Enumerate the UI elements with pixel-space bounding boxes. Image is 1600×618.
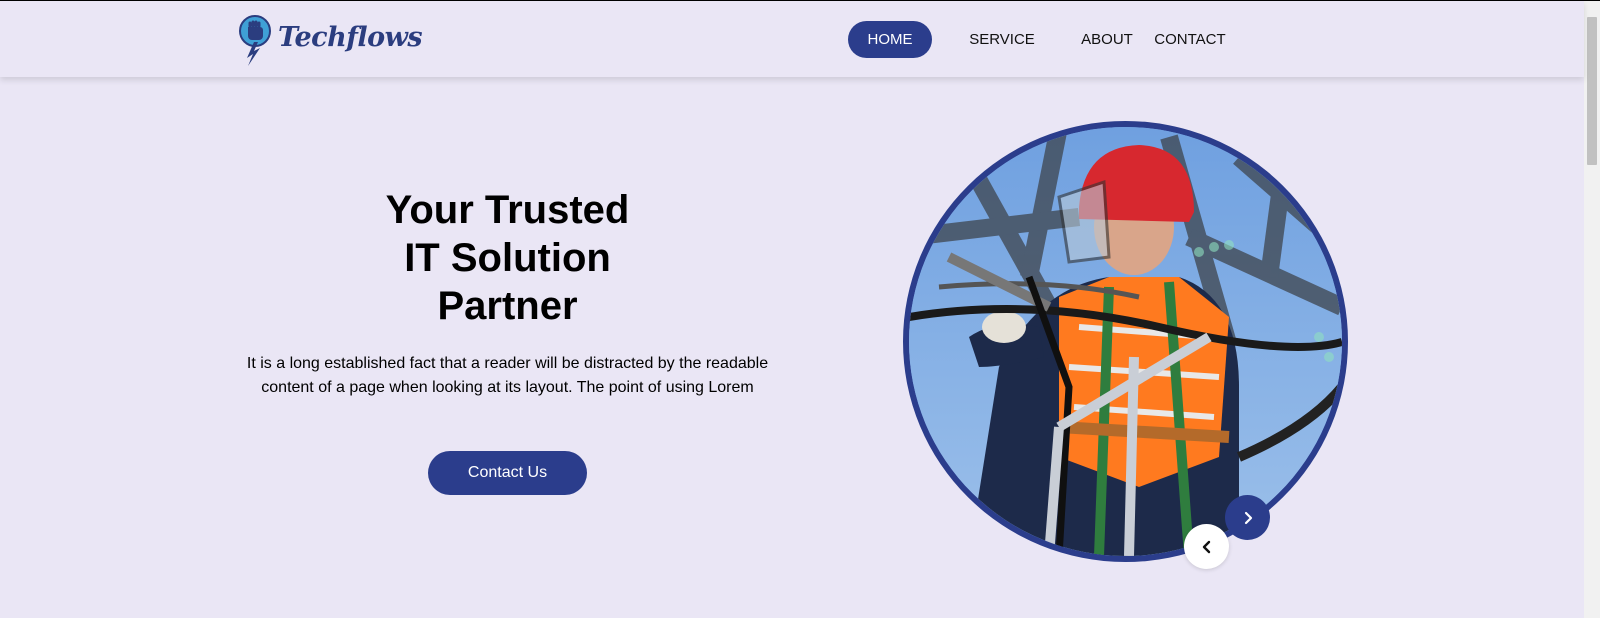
site-header: Techflows HOME SERVICE ABOUT CONTACT — [0, 1, 1584, 77]
hero-description-line: It is a long established fact that a rea… — [246, 355, 769, 372]
brand-name: Techflows — [278, 21, 423, 53]
hero-title-line: Your Trusted — [385, 188, 630, 232]
chevron-right-icon — [1244, 511, 1252, 524]
chevron-left-icon — [1202, 540, 1210, 553]
nav-home[interactable]: HOME — [848, 21, 932, 58]
hero-title: Your Trusted IT Solution Partner — [330, 186, 685, 330]
hero-image-electrician — [903, 121, 1348, 562]
electrician-worker-photo — [909, 127, 1342, 556]
page-scrollbar[interactable] — [1584, 1, 1600, 618]
hero-description-line: content of a page when looking at its la… — [261, 379, 754, 396]
contact-us-button[interactable]: Contact Us — [428, 451, 587, 495]
hero-title-line: Partner — [437, 284, 578, 328]
brand-logo[interactable]: Techflows — [238, 14, 423, 66]
fist-lightning-logo-icon — [239, 15, 271, 66]
carousel-prev-button[interactable] — [1184, 524, 1229, 569]
nav-service[interactable]: SERVICE — [962, 21, 1042, 58]
hero-description: It is a long established fact that a rea… — [235, 352, 780, 400]
hero-title-line: IT Solution — [404, 236, 611, 280]
nav-about[interactable]: ABOUT — [1072, 21, 1142, 58]
nav-contact[interactable]: CONTACT — [1148, 21, 1232, 58]
scrollbar-thumb[interactable] — [1587, 17, 1597, 165]
carousel-next-button[interactable] — [1225, 495, 1270, 540]
